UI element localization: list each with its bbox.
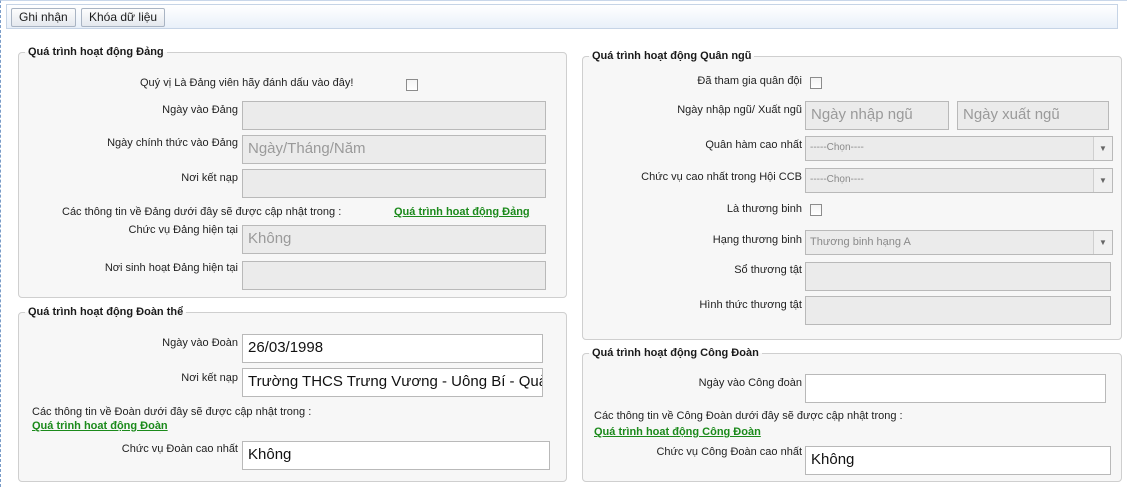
union-join-date-label: Ngày vào Đoàn xyxy=(162,337,238,349)
save-button[interactable]: Ghi nhận xyxy=(11,8,76,27)
party-join-date-field[interactable] xyxy=(242,101,546,130)
veteran-position-value: -----Chọn---- xyxy=(810,174,864,185)
party-admission-place-field[interactable] xyxy=(242,169,546,198)
trade-union-join-date-field[interactable] xyxy=(805,374,1106,403)
trade-union-update-note: Các thông tin về Công Đoàn dưới đây sẽ đ… xyxy=(594,410,903,422)
veteran-position-select[interactable]: -----Chọn---- ▼ xyxy=(805,168,1113,193)
wounded-class-value: Thương binh hạng A xyxy=(810,236,911,248)
union-update-note: Các thông tin về Đoàn dưới đây sẽ được c… xyxy=(32,406,312,418)
military-rank-select[interactable]: -----Chọn---- ▼ xyxy=(805,136,1113,161)
party-member-checkbox[interactable] xyxy=(406,79,418,91)
military-served-label: Đã tham gia quân đội xyxy=(697,75,802,87)
injury-book-field[interactable] xyxy=(805,262,1111,291)
party-update-note: Các thông tin về Đảng dưới đây sẽ được c… xyxy=(62,206,342,218)
union-admission-place-field[interactable]: Trường THCS Trưng Vương - Uông Bí - Quả xyxy=(242,368,543,397)
party-section-title: Quá trình hoạt động Đảng xyxy=(28,46,164,58)
union-highest-position-field[interactable]: Không xyxy=(242,441,550,470)
trade-union-position-label: Chức vụ Công Đoàn cao nhất xyxy=(656,446,802,458)
military-served-checkbox[interactable] xyxy=(810,77,822,89)
chevron-down-icon[interactable]: ▼ xyxy=(1093,231,1112,254)
trade-union-section-title: Quá trình hoạt động Công Đoàn xyxy=(592,347,759,359)
party-activity-place-field[interactable] xyxy=(242,261,546,290)
party-history-link[interactable]: Quá trình hoat động Đảng xyxy=(394,206,530,218)
chevron-down-icon[interactable]: ▼ xyxy=(1093,169,1112,192)
party-admission-place-label: Nơi kết nạp xyxy=(181,172,238,184)
veteran-position-label: Chức vụ cao nhất trong Hội CCB xyxy=(641,171,802,183)
military-rank-label: Quân hàm cao nhất xyxy=(705,139,802,151)
union-section-title: Quá trình hoạt động Đoàn thể xyxy=(28,306,184,318)
party-activity-place-label: Nơi sinh hoạt Đảng hiện tại xyxy=(104,262,238,274)
discharge-date-field[interactable]: Ngày xuất ngũ xyxy=(957,101,1109,130)
trade-union-join-date-label: Ngày vào Công đoàn xyxy=(698,377,802,389)
wounded-class-select[interactable]: Thương binh hạng A ▼ xyxy=(805,230,1113,255)
union-join-date-field[interactable]: 26/03/1998 xyxy=(242,334,543,363)
trade-union-history-link[interactable]: Quá trình hoat động Công Đoàn xyxy=(594,426,761,438)
party-official-date-field[interactable]: Ngày/Tháng/Năm xyxy=(242,135,546,164)
party-join-date-label: Ngày vào Đảng xyxy=(162,104,238,116)
injury-book-label: Sổ thương tật xyxy=(734,264,802,276)
military-rank-value: -----Chọn---- xyxy=(810,142,864,153)
party-current-position-label: Chức vụ Đảng hiện tại xyxy=(128,224,238,236)
toolbar: Ghi nhận Khóa dữ liệu xyxy=(6,4,1118,29)
injury-form-field[interactable] xyxy=(805,296,1111,325)
chevron-down-icon[interactable]: ▼ xyxy=(1093,137,1112,160)
union-highest-position-label: Chức vụ Đoàn cao nhất xyxy=(121,443,238,455)
military-enlist-label: Ngày nhập ngũ/ Xuất ngũ xyxy=(677,104,802,116)
wounded-label: Là thương binh xyxy=(726,203,802,215)
union-history-link[interactable]: Quá trình hoat động Đoàn xyxy=(32,420,168,432)
wounded-class-label: Hạng thương binh xyxy=(712,234,802,246)
trade-union-position-field[interactable]: Không xyxy=(805,446,1111,475)
military-section-title: Quá trình hoạt động Quân ngũ xyxy=(592,50,752,62)
enlist-date-field[interactable]: Ngày nhập ngũ xyxy=(805,101,949,130)
lock-data-button[interactable]: Khóa dữ liệu xyxy=(81,8,166,27)
wounded-checkbox[interactable] xyxy=(810,204,822,216)
party-current-position-field[interactable]: Không xyxy=(242,225,546,254)
party-member-prompt: Quý vị Là Đảng viên hãy đánh dấu vào đây… xyxy=(140,77,354,89)
union-admission-place-label: Nơi kết nạp xyxy=(181,372,238,384)
party-official-date-label: Ngày chính thức vào Đảng xyxy=(107,137,238,149)
injury-form-label: Hình thức thương tật xyxy=(699,299,802,311)
